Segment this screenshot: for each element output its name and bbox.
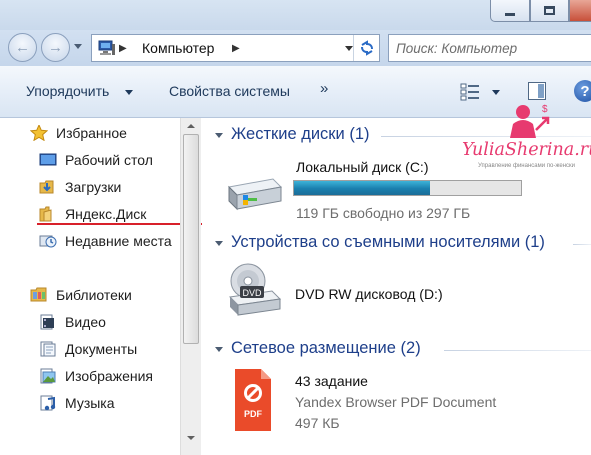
breadcrumb-separator-icon[interactable]: ▶ [232, 43, 240, 54]
folder-icon [39, 206, 52, 222]
drive-name: DVD RW дисковод (D:) [295, 286, 443, 302]
watermark-text: YuliaSherina.ru [462, 140, 591, 160]
libraries-icon [30, 287, 47, 302]
collapse-icon[interactable] [215, 241, 223, 246]
sidebar-item-yandex-disk[interactable]: Яндекс.Диск [39, 203, 146, 225]
scroll-up-icon[interactable] [187, 124, 195, 128]
capacity-bar-fill [294, 181, 431, 195]
back-button[interactable]: ← [8, 33, 37, 62]
group-title: Устройства со съемными носителями (1) [231, 233, 545, 251]
sidebar-item-desktop[interactable]: Рабочий стол [39, 149, 153, 171]
help-icon[interactable]: ? [574, 80, 591, 102]
svg-text:$: $ [542, 104, 548, 115]
arrow-left-icon: ← [15, 39, 30, 56]
window-controls [490, 0, 591, 22]
close-button[interactable] [569, 0, 591, 22]
refresh-button[interactable] [353, 35, 379, 61]
address-row: ← → ▶ Компьютер ▶ Поиск: Компьютер [0, 30, 591, 66]
more-commands-button[interactable]: » [320, 80, 328, 97]
sidebar-item-favorites[interactable]: Избранное [30, 122, 127, 144]
maximize-icon [544, 6, 555, 15]
group-header-network[interactable]: Сетевое размещение (2) [203, 338, 591, 362]
dvd-drive-icon: DVD [228, 263, 282, 316]
scroll-down-icon[interactable] [187, 436, 195, 440]
view-options-dropdown[interactable] [492, 90, 500, 95]
computer-icon [98, 40, 115, 55]
chevron-down-icon [125, 90, 133, 95]
music-icon [40, 395, 56, 411]
nav-scrollbar[interactable] [180, 118, 201, 455]
refresh-icon [360, 40, 373, 56]
downloads-folder-icon [39, 180, 54, 194]
pdf-icon: PDF [235, 369, 271, 431]
sidebar-item-label: Изображения [65, 368, 153, 384]
sidebar-item-label: Избранное [56, 125, 127, 141]
minimize-icon [505, 12, 515, 16]
search-placeholder: Поиск: Компьютер [396, 41, 518, 56]
star-icon [30, 125, 48, 141]
documents-icon [40, 341, 56, 357]
group-title: Жесткие диски (1) [231, 125, 370, 143]
arrow-right-icon: → [48, 39, 63, 56]
sidebar-item-label: Музыка [65, 395, 115, 411]
navigation-pane: Избранное Рабочий стол Загрузки Яндекс.Д… [0, 118, 202, 455]
sidebar-item-recent-places[interactable]: Недавние места [39, 230, 172, 252]
sidebar-item-video[interactable]: Видео [39, 311, 106, 333]
sidebar-item-music[interactable]: Музыка [39, 392, 115, 414]
dvd-badge: DVD [242, 288, 262, 298]
breadcrumb-computer[interactable]: Компьютер [142, 40, 214, 56]
maximize-button[interactable] [530, 0, 569, 22]
sidebar-item-label: Загрузки [65, 179, 122, 195]
hard-drive-icon [227, 178, 283, 211]
sidebar-item-label: Недавние места [65, 233, 172, 249]
pictures-icon [40, 368, 56, 384]
sidebar-item-label: Документы [65, 341, 138, 357]
file-type: Yandex Browser PDF Document [295, 394, 497, 410]
file-name: 43 задание [295, 373, 368, 389]
search-input[interactable]: Поиск: Компьютер [388, 34, 591, 62]
file-size: 497 КБ [295, 415, 340, 431]
address-bar[interactable]: ▶ Компьютер ▶ [91, 34, 380, 62]
sidebar-item-downloads[interactable]: Загрузки [39, 176, 121, 198]
sidebar-item-label: Библиотеки [56, 287, 132, 303]
sidebar-item-label: Видео [65, 314, 106, 330]
preview-pane-icon[interactable] [528, 82, 546, 100]
sidebar-item-documents[interactable]: Документы [39, 338, 137, 360]
video-icon [40, 314, 54, 330]
group-divider [573, 244, 591, 245]
minimize-button[interactable] [490, 0, 530, 22]
pdf-badge: PDF [244, 409, 263, 419]
sidebar-item-libraries[interactable]: Библиотеки [30, 284, 132, 306]
sidebar-item-label: Рабочий стол [65, 152, 153, 168]
desktop-icon [39, 153, 57, 166]
address-history-dropdown[interactable] [345, 46, 353, 51]
group-title: Сетевое размещение (2) [231, 339, 421, 357]
drive-free-space: 119 ГБ свободно из 297 ГБ [296, 205, 471, 221]
group-header-removable[interactable]: Устройства со съемными носителями (1) [203, 232, 591, 256]
system-properties-button[interactable]: Свойства системы [169, 83, 290, 99]
change-view-icon[interactable] [460, 83, 480, 101]
window-titlebar [0, 0, 591, 30]
drive-name: Локальный диск (C:) [296, 159, 429, 175]
recent-places-icon [39, 235, 57, 248]
collapse-icon[interactable] [215, 133, 223, 138]
watermark-tagline: Управление финансами по-женски [478, 163, 575, 169]
organize-button[interactable]: Упорядочить [26, 83, 109, 99]
breadcrumb-separator-icon[interactable]: ▶ [119, 43, 127, 54]
sidebar-item-label: Яндекс.Диск [65, 206, 147, 222]
group-divider [444, 350, 591, 351]
forward-button[interactable]: → [41, 33, 70, 62]
recent-pages-dropdown[interactable] [74, 44, 82, 49]
sidebar-item-pictures[interactable]: Изображения [39, 365, 153, 387]
scrollbar-thumb[interactable] [183, 134, 199, 344]
capacity-bar [293, 180, 522, 196]
collapse-icon[interactable] [215, 347, 223, 352]
annotation-underline [37, 223, 202, 225]
